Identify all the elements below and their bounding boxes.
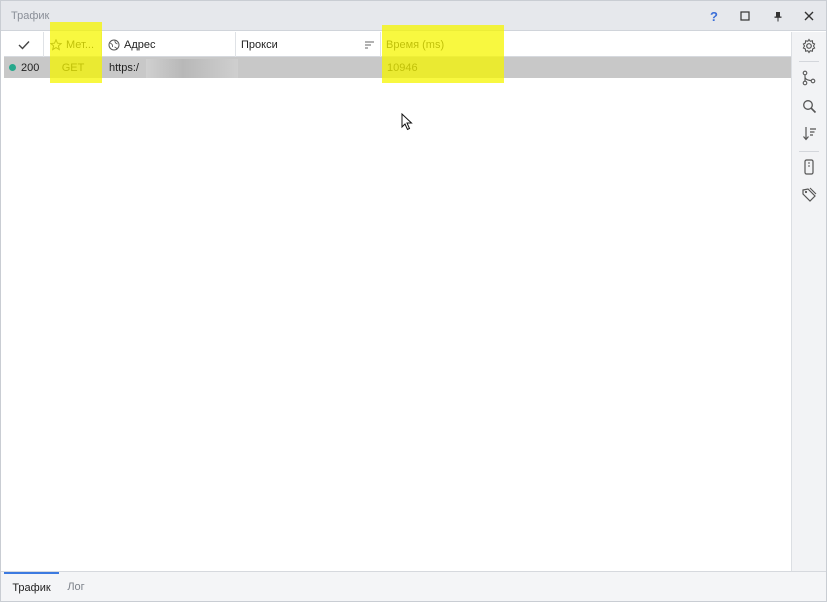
window-title: Трафик: [11, 10, 50, 22]
tab-log[interactable]: Лог: [61, 572, 91, 601]
status-ok-icon: [9, 64, 16, 71]
cell-method: GET: [61, 61, 85, 74]
checkmark-icon: [18, 40, 30, 50]
column-label-address: Адрес: [124, 38, 156, 51]
toolbar-separator: [799, 151, 819, 152]
cell-status: 200: [4, 57, 44, 78]
globe-icon: [108, 39, 120, 50]
toolbar-separator: [799, 61, 819, 62]
right-toolbar: [791, 32, 826, 571]
filter-lines-icon: [365, 41, 374, 49]
search-button[interactable]: [800, 97, 818, 115]
branch-icon: [802, 70, 816, 86]
column-label-time: Время (ms): [386, 38, 445, 51]
star-icon: [50, 38, 62, 51]
address-text: https:/: [109, 61, 139, 74]
tag-button[interactable]: [800, 186, 818, 204]
column-header-check[interactable]: [4, 32, 44, 57]
search-icon: [802, 99, 816, 113]
sort-icon: [802, 126, 816, 140]
settings-button[interactable]: [800, 37, 818, 55]
column-header-time[interactable]: Время (ms): [381, 32, 791, 57]
mouse-cursor-icon: [401, 112, 413, 134]
sort-button[interactable]: [800, 124, 818, 142]
maximize-button[interactable]: [736, 7, 754, 25]
branch-button[interactable]: [800, 69, 818, 87]
column-label-method: Мет...: [66, 38, 95, 51]
close-button[interactable]: [800, 7, 818, 25]
traffic-window: Трафик ? Мет... Адрес Прокси Время (ms) …: [0, 0, 827, 602]
help-button[interactable]: ?: [705, 7, 723, 25]
column-header-proxy[interactable]: Прокси: [236, 32, 381, 57]
table-row[interactable]: 200 GET https:/ 10946: [4, 57, 791, 78]
gear-icon: [802, 38, 816, 54]
column-header-address[interactable]: Адрес: [102, 32, 236, 57]
pin-icon: [774, 11, 782, 21]
title-bar: Трафик ?: [1, 1, 826, 31]
tag-icon: [802, 187, 817, 202]
cell-address: https:/: [102, 57, 238, 78]
phone-icon: [804, 159, 814, 175]
bottom-tabs: Трафик Лог: [1, 571, 826, 601]
address-redacted: [146, 59, 238, 78]
maximize-icon: [740, 11, 750, 21]
tab-traffic[interactable]: Трафик: [4, 572, 59, 601]
column-label-proxy: Прокси: [241, 38, 278, 51]
cell-time: 10946: [387, 61, 418, 74]
pin-button[interactable]: [769, 7, 787, 25]
status-code: 200: [21, 61, 40, 74]
close-icon: [804, 11, 814, 21]
device-button[interactable]: [800, 158, 818, 176]
grid-header: Мет... Адрес Прокси Время (ms): [4, 32, 791, 57]
column-header-method[interactable]: Мет...: [44, 32, 102, 57]
